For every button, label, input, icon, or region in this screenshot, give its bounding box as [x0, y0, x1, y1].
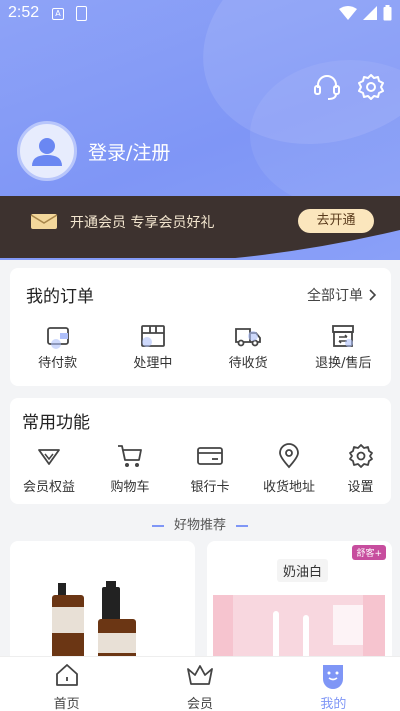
product-card[interactable]: 舒客+ 奶油白: [207, 541, 392, 671]
divider: [236, 524, 248, 527]
member-benefits[interactable]: 会员权益: [10, 442, 88, 495]
tab-member[interactable]: 会员: [133, 657, 266, 711]
tab-label: 首页: [53, 697, 80, 711]
notification-a-icon: A: [52, 8, 64, 20]
settings[interactable]: 设置: [330, 442, 391, 495]
functions-card: 常用功能 会员权益 购物车 银行卡 收货地址 设置: [10, 398, 391, 504]
recommend-header: 好物推荐: [0, 514, 400, 533]
functions-title: 常用功能: [22, 413, 90, 433]
bottom-tab-bar: 首页 会员 我的: [0, 656, 400, 711]
chevron-right-icon: [369, 289, 377, 301]
crown-icon: [187, 665, 213, 685]
recommend-title: 好物推荐: [173, 518, 226, 533]
sim-icon: [76, 6, 87, 21]
home-icon: [55, 664, 78, 686]
all-orders-label: 全部订单: [307, 288, 363, 304]
return-icon: [332, 325, 355, 347]
location-icon: [279, 443, 299, 469]
brand-badge: 舒客+: [352, 545, 386, 560]
tab-mine[interactable]: 我的: [267, 657, 400, 711]
function-item-label: 会员权益: [22, 480, 75, 495]
product-title: 奶油白: [277, 559, 329, 582]
member-banner[interactable]: 开通会员 专享会员好礼 去开通: [0, 196, 400, 258]
battery-icon: [383, 5, 392, 21]
diamond-icon: [38, 449, 60, 465]
face-icon: [323, 665, 344, 689]
all-orders-link[interactable]: 全部订单: [307, 285, 377, 305]
status-bar: 2:52 A: [0, 0, 400, 28]
open-membership-button[interactable]: 去开通: [298, 209, 374, 233]
function-item-label: 设置: [347, 480, 374, 495]
settings-gear-icon[interactable]: [356, 72, 386, 102]
tab-label: 会员: [186, 697, 213, 711]
divider: [151, 524, 164, 527]
order-item-label: 待付款: [38, 356, 78, 371]
order-item-label: 处理中: [133, 356, 173, 371]
order-returns[interactable]: 退换/售后: [296, 322, 391, 371]
cart-icon: [118, 445, 142, 467]
tab-home[interactable]: 首页: [0, 657, 133, 711]
wifi-icon: [339, 6, 357, 20]
order-pending-payment[interactable]: 待付款: [10, 322, 105, 371]
signal-icon: [363, 6, 377, 20]
serum-bottles-image: [52, 581, 136, 671]
status-time: 2:52: [8, 4, 40, 21]
shopping-cart[interactable]: 购物车: [88, 442, 172, 495]
shipping-address[interactable]: 收货地址: [248, 442, 330, 495]
login-register-link[interactable]: 登录/注册: [88, 138, 170, 165]
product-card[interactable]: [10, 541, 195, 671]
orders-title: 我的订单: [26, 287, 94, 307]
avatar[interactable]: [17, 121, 77, 181]
orders-card: 我的订单 全部订单 待付款 处理中 待收货 退换/售后: [10, 268, 391, 386]
order-processing[interactable]: 处理中: [105, 322, 200, 371]
tab-label: 我的: [320, 697, 347, 711]
envelope-crown-icon: [30, 214, 58, 229]
user-icon: [32, 138, 62, 166]
function-item-label: 收货地址: [262, 480, 315, 495]
gear-icon: [348, 444, 373, 468]
order-item-label: 待收货: [228, 356, 268, 371]
order-awaiting-delivery[interactable]: 待收货: [201, 322, 296, 371]
wallet-icon: [46, 327, 69, 349]
customer-service-icon[interactable]: [312, 72, 342, 102]
function-item-label: 购物车: [110, 480, 150, 495]
truck-icon: [235, 328, 262, 347]
box-icon: [140, 325, 165, 347]
order-item-label: 退换/售后: [315, 356, 372, 371]
function-item-label: 银行卡: [190, 480, 230, 495]
card-icon: [197, 447, 223, 465]
bank-card[interactable]: 银行卡: [172, 442, 248, 495]
member-promo-text: 开通会员 专享会员好礼: [70, 215, 215, 231]
